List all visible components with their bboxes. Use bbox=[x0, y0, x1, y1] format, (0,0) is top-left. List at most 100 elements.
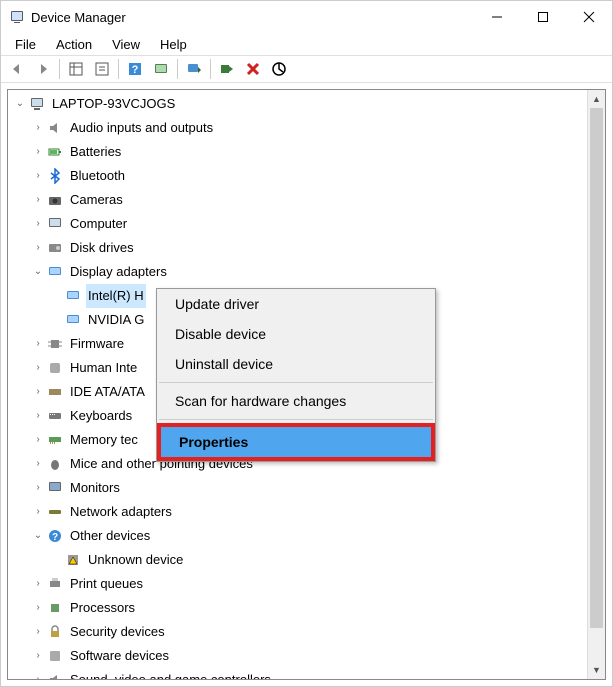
network-icon bbox=[46, 503, 64, 521]
back-button[interactable] bbox=[5, 58, 29, 80]
chevron-right-icon[interactable]: › bbox=[30, 600, 46, 616]
tree-node-batteries[interactable]: ›Batteries bbox=[8, 140, 605, 164]
tool-bar: ? bbox=[1, 55, 612, 83]
tree-node-display[interactable]: ⌄ Display adapters bbox=[8, 260, 605, 284]
chevron-right-icon[interactable]: › bbox=[30, 408, 46, 424]
tree-node-printq[interactable]: ›Print queues bbox=[8, 572, 605, 596]
enable-device-button[interactable] bbox=[215, 58, 239, 80]
window-title: Device Manager bbox=[31, 10, 474, 25]
tree-node-sound[interactable]: › Sound, video and game controllers bbox=[8, 668, 605, 680]
properties-button[interactable] bbox=[90, 58, 114, 80]
show-hide-tree-button[interactable] bbox=[64, 58, 88, 80]
node-label: IDE ATA/ATA bbox=[68, 380, 147, 404]
node-label: Other devices bbox=[68, 524, 152, 548]
tree-node-security[interactable]: › Security devices bbox=[8, 620, 605, 644]
tree-node-other[interactable]: ⌄?Other devices bbox=[8, 524, 605, 548]
tree-node-unknown[interactable]: Unknown device bbox=[8, 548, 605, 572]
chevron-right-icon[interactable]: › bbox=[30, 216, 46, 232]
camera-icon bbox=[46, 191, 64, 209]
chevron-right-icon[interactable]: › bbox=[30, 360, 46, 376]
app-icon bbox=[9, 9, 25, 25]
tree-node-cameras[interactable]: › Cameras bbox=[8, 188, 605, 212]
node-label: Bluetooth bbox=[68, 164, 127, 188]
svg-text:?: ? bbox=[132, 64, 139, 76]
tree-node-bluetooth[interactable]: › Bluetooth bbox=[8, 164, 605, 188]
chevron-right-icon[interactable]: › bbox=[30, 672, 46, 680]
chevron-down-icon[interactable]: ⌄ bbox=[30, 528, 46, 544]
ctx-uninstall-device[interactable]: Uninstall device bbox=[157, 349, 435, 379]
tree-node-audio[interactable]: › Audio inputs and outputs bbox=[8, 116, 605, 140]
ide-icon bbox=[46, 383, 64, 401]
chevron-right-icon[interactable]: › bbox=[30, 144, 46, 160]
chevron-right-icon[interactable]: › bbox=[30, 648, 46, 664]
menu-action[interactable]: Action bbox=[46, 35, 102, 54]
chevron-right-icon[interactable]: › bbox=[30, 240, 46, 256]
tree-node-disk[interactable]: ›Disk drives bbox=[8, 236, 605, 260]
chevron-right-icon[interactable]: › bbox=[30, 384, 46, 400]
bluetooth-icon bbox=[46, 167, 64, 185]
maximize-button[interactable] bbox=[520, 1, 566, 33]
chevron-right-icon[interactable]: › bbox=[30, 120, 46, 136]
tree-node-network[interactable]: › Network adapters bbox=[8, 500, 605, 524]
node-label: Cameras bbox=[68, 188, 125, 212]
menu-view[interactable]: View bbox=[102, 35, 150, 54]
node-label: Memory tec bbox=[68, 428, 140, 452]
minimize-button[interactable] bbox=[474, 1, 520, 33]
display-adapter-icon bbox=[46, 263, 64, 281]
node-label: Unknown device bbox=[86, 548, 185, 572]
ctx-scan-hardware[interactable]: Scan for hardware changes bbox=[157, 386, 435, 416]
uninstall-device-button[interactable] bbox=[241, 58, 265, 80]
node-label: Audio inputs and outputs bbox=[68, 116, 215, 140]
node-label: Computer bbox=[68, 212, 129, 236]
chevron-right-icon[interactable]: › bbox=[30, 624, 46, 640]
vertical-scrollbar[interactable]: ▲ ▼ bbox=[587, 90, 605, 679]
node-label: Network adapters bbox=[68, 500, 174, 524]
printer-icon bbox=[46, 575, 64, 593]
update-driver-button[interactable] bbox=[182, 58, 206, 80]
node-label: Sound, video and game controllers bbox=[68, 668, 273, 680]
chevron-right-icon[interactable]: › bbox=[30, 432, 46, 448]
context-menu: Update driver Disable device Uninstall d… bbox=[156, 288, 436, 462]
close-button[interactable] bbox=[566, 1, 612, 33]
menu-file[interactable]: File bbox=[5, 35, 46, 54]
scroll-up-icon[interactable]: ▲ bbox=[588, 90, 605, 108]
chevron-right-icon[interactable]: › bbox=[30, 480, 46, 496]
pc-icon bbox=[46, 215, 64, 233]
mouse-icon bbox=[46, 455, 64, 473]
tree-node-software[interactable]: ›Software devices bbox=[8, 644, 605, 668]
ctx-update-driver[interactable]: Update driver bbox=[157, 289, 435, 319]
chevron-down-icon[interactable]: ⌄ bbox=[12, 96, 28, 112]
forward-button[interactable] bbox=[31, 58, 55, 80]
tree-node-computer[interactable]: › Computer bbox=[8, 212, 605, 236]
ctx-disable-device[interactable]: Disable device bbox=[157, 319, 435, 349]
hid-icon bbox=[46, 359, 64, 377]
chevron-right-icon[interactable]: › bbox=[30, 192, 46, 208]
node-label: Monitors bbox=[68, 476, 122, 500]
chevron-right-icon[interactable]: › bbox=[30, 456, 46, 472]
help-button[interactable]: ? bbox=[123, 58, 147, 80]
display-adapter-icon bbox=[64, 311, 82, 329]
ctx-separator bbox=[159, 382, 433, 383]
scroll-thumb[interactable] bbox=[590, 108, 603, 628]
tree-node-processors[interactable]: ›Processors bbox=[8, 596, 605, 620]
chevron-right-icon[interactable]: › bbox=[30, 336, 46, 352]
cpu-icon bbox=[46, 599, 64, 617]
tree-node-monitors[interactable]: › Monitors bbox=[8, 476, 605, 500]
chevron-right-icon[interactable]: › bbox=[30, 168, 46, 184]
menu-help[interactable]: Help bbox=[150, 35, 197, 54]
chevron-right-icon[interactable]: › bbox=[30, 576, 46, 592]
help-icon: ? bbox=[46, 527, 64, 545]
node-label: Display adapters bbox=[68, 260, 169, 284]
node-label: Security devices bbox=[68, 620, 167, 644]
disable-device-button[interactable] bbox=[267, 58, 291, 80]
chevron-right-icon[interactable]: › bbox=[30, 504, 46, 520]
toolbar-separator bbox=[118, 59, 119, 79]
root-label: LAPTOP-93VCJOGS bbox=[50, 92, 177, 116]
node-label: Keyboards bbox=[68, 404, 134, 428]
scroll-down-icon[interactable]: ▼ bbox=[588, 661, 605, 679]
chevron-down-icon[interactable]: ⌄ bbox=[30, 264, 46, 280]
scan-hardware-button[interactable] bbox=[149, 58, 173, 80]
memory-icon bbox=[46, 431, 64, 449]
ctx-properties[interactable]: Properties bbox=[157, 423, 435, 461]
tree-root[interactable]: ⌄ LAPTOP-93VCJOGS bbox=[8, 92, 605, 116]
